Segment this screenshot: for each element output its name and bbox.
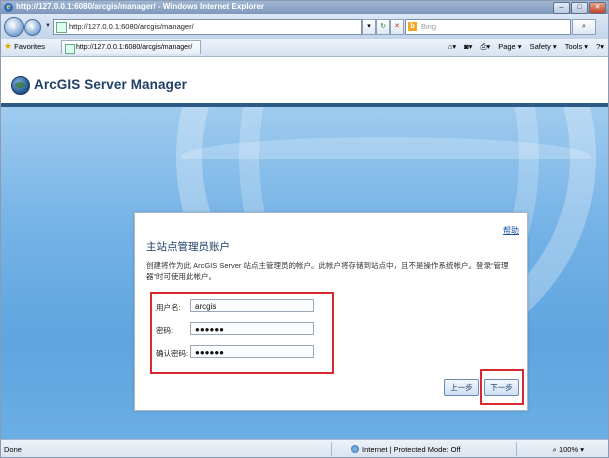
- username-field[interactable]: arcgis: [190, 299, 314, 312]
- zoom-level: 100%: [558, 445, 579, 454]
- credentials-form: 用户名: arcgis 密码: ●●●●●● 确认密码: ●●●●●●: [150, 292, 334, 374]
- confirm-password-label: 确认密码:: [156, 349, 189, 358]
- arcgis-globe-logo-icon: [11, 76, 30, 95]
- forward-arrow-icon: ›: [30, 22, 35, 33]
- feeds-icon[interactable]: ◙▾: [464, 42, 472, 52]
- page-icon: [56, 22, 67, 33]
- address-dropdown-button[interactable]: ▾: [362, 19, 376, 35]
- dialog-heading: 主站点管理员账户: [146, 241, 230, 253]
- address-bar[interactable]: http://127.0.0.1:6080/arcgis/manager/: [53, 19, 362, 35]
- next-step-button[interactable]: 下一步: [484, 379, 519, 396]
- refresh-button[interactable]: ↻: [376, 19, 390, 35]
- minimize-button[interactable]: –: [553, 2, 570, 14]
- globe-latitude-decoration: [181, 137, 591, 177]
- bing-icon: b: [408, 22, 417, 31]
- home-icon[interactable]: ⌂▾: [448, 42, 456, 52]
- search-input[interactable]: b Bing: [405, 19, 571, 35]
- status-divider: [331, 442, 332, 456]
- title-bar: e http://127.0.0.1:6080/arcgis/manager/ …: [1, 1, 608, 14]
- confirm-password-row: 确认密码: ●●●●●●: [152, 345, 332, 361]
- command-bar: ⌂▾ ◙▾ ⎙▾ Page ▾ Safety ▾ Tools ▾ ?▾: [448, 42, 604, 52]
- password-label: 密码:: [156, 326, 174, 335]
- tab-page-icon: [65, 44, 75, 54]
- password-row: 密码: ●●●●●●: [152, 322, 332, 338]
- back-button[interactable]: ‹: [4, 17, 24, 37]
- safety-menu[interactable]: Safety ▾: [530, 42, 557, 52]
- favorites-label: Favorites: [14, 42, 46, 51]
- stop-button[interactable]: ✕: [390, 19, 404, 35]
- search-button[interactable]: ⌕: [572, 19, 596, 35]
- zone-text: Internet | Protected Mode: Off: [362, 445, 461, 454]
- username-label: 用户名:: [156, 303, 181, 312]
- status-divider: [516, 442, 517, 456]
- favorites-bar: ★ Favorites http://127.0.0.1:6080/arcgis…: [1, 39, 608, 57]
- address-toolbar: ‹ › ▼ http://127.0.0.1:6080/arcgis/manag…: [1, 14, 608, 39]
- internet-zone-icon: [351, 445, 359, 453]
- address-url: http://127.0.0.1:6080/arcgis/manager/: [69, 22, 194, 31]
- help-link[interactable]: 帮助: [503, 225, 519, 236]
- app-title: ArcGIS Server Manager: [34, 77, 187, 92]
- favorites-button[interactable]: ★ Favorites: [4, 41, 45, 52]
- tools-menu[interactable]: Tools ▾: [565, 42, 588, 52]
- print-icon[interactable]: ⎙▾: [480, 42, 490, 52]
- browser-window: e http://127.0.0.1:6080/arcgis/manager/ …: [0, 0, 609, 458]
- close-button[interactable]: ✕: [589, 2, 606, 14]
- history-dropdown-icon[interactable]: ▼: [45, 23, 51, 29]
- page-menu[interactable]: Page ▾: [498, 42, 521, 52]
- status-bar: Done Internet | Protected Mode: Off ⌕ 10…: [1, 439, 608, 457]
- search-placeholder: Bing: [421, 22, 437, 31]
- admin-account-dialog: 帮助 主站点管理员账户 创建将作为此 ArcGIS Server 站点主管理员的…: [134, 212, 528, 411]
- security-zone[interactable]: Internet | Protected Mode: Off: [351, 445, 461, 454]
- zoom-control[interactable]: ⌕ 100% ▾: [553, 445, 584, 455]
- status-text: Done: [4, 445, 22, 454]
- favorites-star-icon: ★: [4, 41, 13, 51]
- dialog-description: 创建将作为此 ArcGIS Server 站点主管理员的帐户。此帐户将存储到站点…: [146, 261, 509, 281]
- window-controls: – □ ✕: [553, 2, 606, 14]
- window-title: http://127.0.0.1:6080/arcgis/manager/ - …: [16, 2, 265, 11]
- page-content: ArcGIS Server Manager 帮助 主站点管理员账户 创建将作为此…: [1, 57, 608, 439]
- back-step-button[interactable]: 上一步: [444, 379, 479, 396]
- tab-title: http://127.0.0.1:6080/arcgis/manager/: [76, 44, 193, 51]
- username-row: 用户名: arcgis: [152, 299, 332, 315]
- ie-logo-icon: e: [4, 3, 13, 12]
- maximize-button[interactable]: □: [571, 2, 588, 14]
- back-arrow-icon: ‹: [12, 21, 16, 32]
- forward-button[interactable]: ›: [24, 19, 41, 36]
- help-menu[interactable]: ?▾: [596, 42, 604, 52]
- password-field[interactable]: ●●●●●●: [190, 322, 314, 335]
- tab-current-page[interactable]: http://127.0.0.1:6080/arcgis/manager/: [61, 40, 201, 54]
- confirm-password-field[interactable]: ●●●●●●: [190, 345, 314, 358]
